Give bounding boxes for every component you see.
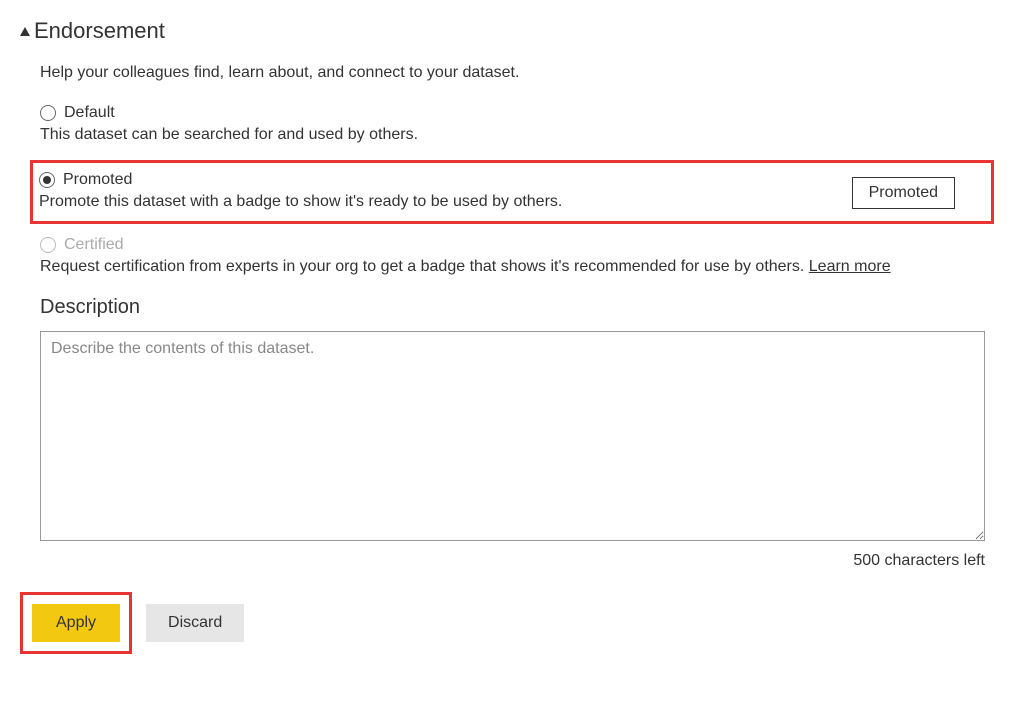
radio-icon[interactable] xyxy=(39,172,55,188)
option-default[interactable]: Default This dataset can be searched for… xyxy=(40,104,1004,144)
caret-up-icon xyxy=(20,27,30,36)
option-default-label: Default xyxy=(64,104,115,122)
option-default-desc: This dataset can be searched for and use… xyxy=(40,126,1004,144)
promoted-badge: Promoted xyxy=(852,177,955,209)
radio-icon xyxy=(40,237,56,253)
option-promoted[interactable]: Promoted Promote this dataset with a bad… xyxy=(39,171,852,211)
section-title: Endorsement xyxy=(34,18,165,44)
discard-button[interactable]: Discard xyxy=(146,604,244,642)
learn-more-link[interactable]: Learn more xyxy=(809,258,891,275)
radio-icon[interactable] xyxy=(40,105,56,121)
option-promoted-highlight: Promoted Promote this dataset with a bad… xyxy=(30,160,994,224)
certified-desc-text: Request certification from experts in yo… xyxy=(40,258,809,275)
apply-button[interactable]: Apply xyxy=(32,604,120,642)
apply-button-highlight: Apply xyxy=(20,592,132,654)
endorsement-header[interactable]: Endorsement xyxy=(20,18,1004,44)
option-certified-desc: Request certification from experts in yo… xyxy=(40,258,1004,276)
option-certified-label: Certified xyxy=(64,236,124,254)
description-title: Description xyxy=(40,296,1004,319)
option-promoted-label: Promoted xyxy=(63,171,132,189)
option-promoted-desc: Promote this dataset with a badge to sho… xyxy=(39,193,852,211)
description-textarea[interactable] xyxy=(40,331,985,541)
character-count: 500 characters left xyxy=(40,552,985,570)
option-certified: Certified Request certification from exp… xyxy=(40,236,1004,276)
help-text: Help your colleagues find, learn about, … xyxy=(40,64,1004,82)
